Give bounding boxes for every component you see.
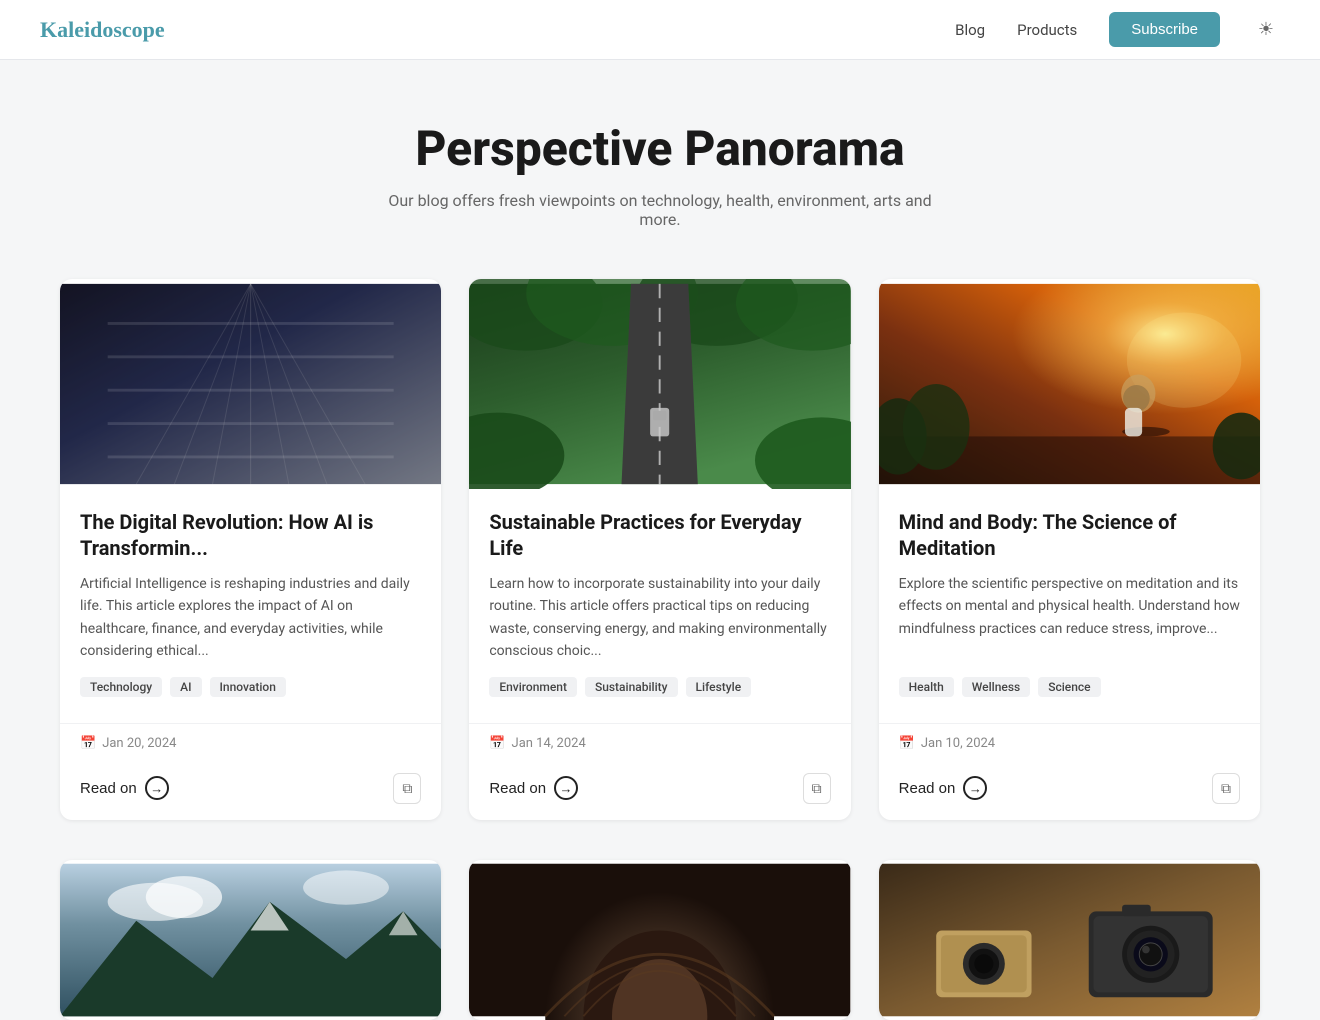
- copy-button-3[interactable]: ⧉: [1212, 773, 1240, 804]
- tag-technology[interactable]: Technology: [80, 677, 162, 697]
- card-3-title: Mind and Body: The Science of Meditation: [899, 509, 1240, 561]
- bottom-card-1: [60, 860, 441, 1020]
- card-2: Sustainable Practices for Everyday Life …: [469, 279, 850, 820]
- card-1-date: 📅 Jan 20, 2024: [80, 736, 176, 751]
- copy-icon-1: ⧉: [402, 780, 412, 797]
- tag-sustainability[interactable]: Sustainability: [585, 677, 678, 697]
- calendar-icon-3: 📅: [899, 736, 915, 751]
- card-2-title: Sustainable Practices for Everyday Life: [489, 509, 830, 561]
- bottom-card-2-image: [469, 860, 850, 1020]
- bottom-card-3: [879, 860, 1260, 1020]
- card-1-actions: Read on → ⧉: [60, 763, 441, 820]
- copy-icon-3: ⧉: [1221, 780, 1231, 797]
- bottom-card-2: [469, 860, 850, 1020]
- read-on-button-2[interactable]: Read on →: [489, 776, 578, 800]
- site-logo[interactable]: Kaleidoscope: [40, 17, 955, 43]
- hero-subtitle: Our blog offers fresh viewpoints on tech…: [380, 191, 940, 229]
- card-grid: The Digital Revolution: How AI is Transf…: [30, 269, 1290, 860]
- card-2-actions: Read on → ⧉: [469, 763, 850, 820]
- card-grid-bottom: [30, 860, 1290, 1020]
- nav-products[interactable]: Products: [1017, 21, 1077, 39]
- card-3-desc: Explore the scientific perspective on me…: [899, 573, 1240, 663]
- tag-lifestyle[interactable]: Lifestyle: [686, 677, 752, 697]
- tag-environment[interactable]: Environment: [489, 677, 577, 697]
- tag-innovation[interactable]: Innovation: [210, 677, 286, 697]
- copy-button-1[interactable]: ⧉: [393, 773, 421, 804]
- copy-button-2[interactable]: ⧉: [803, 773, 831, 804]
- read-on-button-1[interactable]: Read on →: [80, 776, 169, 800]
- card-1-desc: Artificial Intelligence is reshaping ind…: [80, 573, 421, 663]
- card-3: Mind and Body: The Science of Meditation…: [879, 279, 1260, 820]
- card-3-date: 📅 Jan 10, 2024: [899, 736, 995, 751]
- card-1-image: [60, 279, 441, 489]
- tag-health[interactable]: Health: [899, 677, 954, 697]
- tag-ai[interactable]: AI: [170, 677, 201, 697]
- calendar-icon-2: 📅: [489, 736, 505, 751]
- hero-section: Perspective Panorama Our blog offers fre…: [0, 60, 1320, 269]
- nav-links: Blog Products Subscribe ☀: [955, 12, 1280, 47]
- card-3-tags: Health Wellness Science: [899, 677, 1240, 697]
- read-on-arrow-icon-3: →: [963, 776, 987, 800]
- bottom-card-3-image: [879, 860, 1260, 1020]
- card-1-tags: Technology AI Innovation: [80, 677, 421, 697]
- tag-wellness[interactable]: Wellness: [962, 677, 1030, 697]
- card-3-body: Mind and Body: The Science of Meditation…: [879, 489, 1260, 723]
- theme-toggle[interactable]: ☀: [1252, 16, 1280, 44]
- subscribe-button[interactable]: Subscribe: [1109, 12, 1220, 47]
- card-3-actions: Read on → ⧉: [879, 763, 1260, 820]
- read-on-button-3[interactable]: Read on →: [899, 776, 988, 800]
- card-2-footer: 📅 Jan 14, 2024: [469, 723, 850, 763]
- calendar-icon: 📅: [80, 736, 96, 751]
- card-1-title: The Digital Revolution: How AI is Transf…: [80, 509, 421, 561]
- card-1: The Digital Revolution: How AI is Transf…: [60, 279, 441, 820]
- card-3-image: [879, 279, 1260, 489]
- card-2-image: [469, 279, 850, 489]
- card-2-date: 📅 Jan 14, 2024: [489, 736, 585, 751]
- copy-icon-2: ⧉: [812, 780, 822, 797]
- card-2-tags: Environment Sustainability Lifestyle: [489, 677, 830, 697]
- nav-blog[interactable]: Blog: [955, 21, 985, 39]
- hero-title: Perspective Panorama: [20, 120, 1300, 177]
- bottom-card-1-image: [60, 860, 441, 1020]
- tag-science[interactable]: Science: [1038, 677, 1100, 697]
- card-1-footer: 📅 Jan 20, 2024: [60, 723, 441, 763]
- card-2-desc: Learn how to incorporate sustainability …: [489, 573, 830, 663]
- navbar: Kaleidoscope Blog Products Subscribe ☀: [0, 0, 1320, 60]
- card-2-body: Sustainable Practices for Everyday Life …: [469, 489, 850, 723]
- card-3-footer: 📅 Jan 10, 2024: [879, 723, 1260, 763]
- read-on-arrow-icon-1: →: [145, 776, 169, 800]
- read-on-arrow-icon-2: →: [554, 776, 578, 800]
- card-1-body: The Digital Revolution: How AI is Transf…: [60, 489, 441, 723]
